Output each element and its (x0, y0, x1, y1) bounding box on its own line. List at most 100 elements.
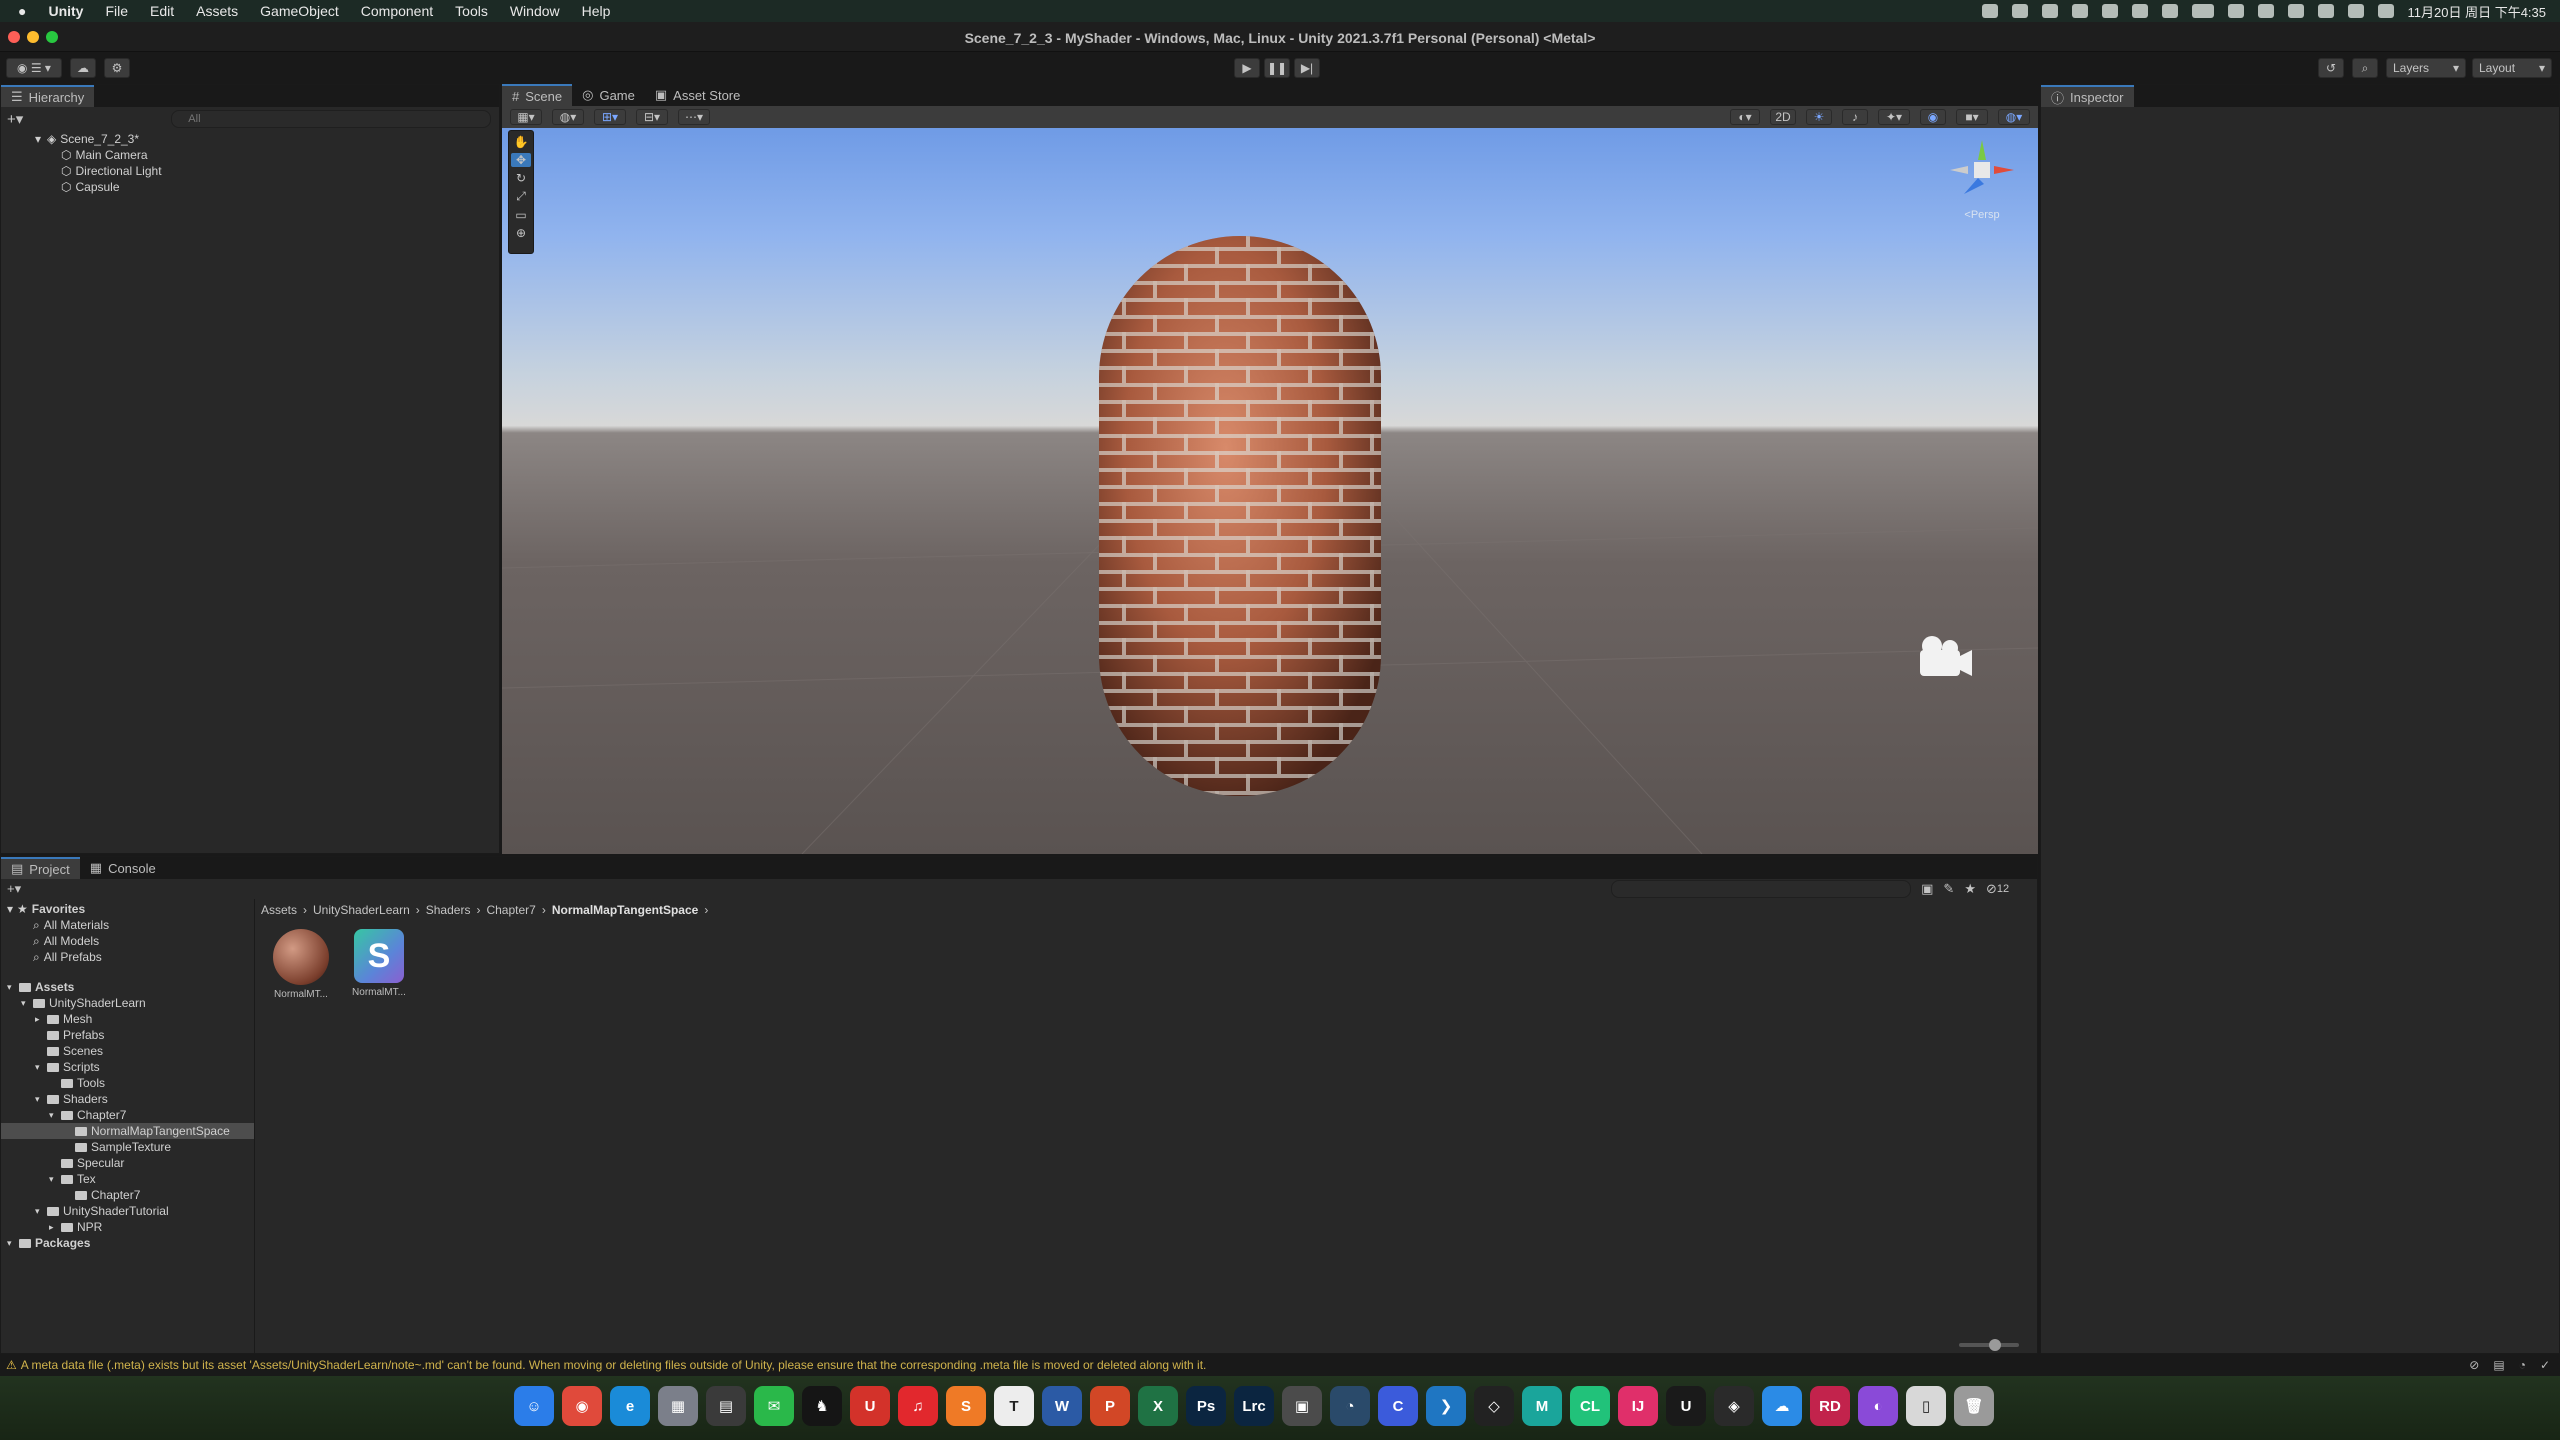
play-button[interactable]: ▶ (1234, 58, 1260, 78)
dock-app-icon[interactable]: C (1378, 1386, 1418, 1426)
dock-app-icon[interactable]: S (946, 1386, 986, 1426)
add-icon[interactable]: +▾ (7, 110, 23, 128)
tree-item[interactable]: Tools (1, 1075, 254, 1091)
layers-dropdown[interactable]: Layers ▾ (2386, 58, 2466, 78)
orientation-gizmo[interactable]: <Persp (1942, 136, 2022, 226)
breadcrumb-item[interactable]: UnityShaderLearn (313, 903, 410, 917)
dock-app-icon[interactable]: W (1042, 1386, 1082, 1426)
unity-status-icon[interactable] (1981, 4, 1998, 18)
pause-button[interactable]: ❚❚ (1264, 58, 1290, 78)
tree-item[interactable]: Prefabs (1, 1027, 254, 1043)
tree-item[interactable]: Scenes (1, 1043, 254, 1059)
user-icon[interactable] (2287, 4, 2304, 18)
tree-item[interactable]: ▾ Chapter7 (1, 1107, 254, 1123)
shading-dropdown[interactable]: ◐▾ (1730, 109, 1760, 125)
expand-arrow-icon[interactable]: ▾ (49, 1110, 61, 1121)
scale-tool-icon[interactable]: ⤢ (516, 189, 526, 204)
control-center-icon[interactable] (2347, 4, 2364, 18)
camera-dropdown[interactable]: ■▾ (1956, 109, 1988, 125)
tab-inspector[interactable]: ⓘ Inspector (2041, 85, 2134, 107)
grid-dropdown[interactable]: ⋯▾ (678, 109, 710, 125)
search-icon[interactable]: ⌕ (2352, 58, 2378, 78)
collab-gear-icon[interactable]: ⚙ (104, 58, 130, 78)
tree-item[interactable]: ▾ Assets (1, 979, 254, 995)
menu-unity[interactable]: Unity (48, 3, 83, 19)
dock-app-icon[interactable]: ▯ (1906, 1386, 1946, 1426)
move-tool-icon[interactable]: ✥ (511, 153, 531, 167)
expand-arrow-icon[interactable]: ▾ (21, 998, 33, 1009)
menu-edit[interactable]: Edit (150, 3, 174, 19)
dock-app-icon[interactable]: ☺ (514, 1386, 554, 1426)
list-item[interactable]: ⬡ Directional Light (1, 163, 499, 179)
history-icon[interactable]: ↺ (2318, 58, 2344, 78)
status-message[interactable]: A meta data file (.meta) exists but its … (21, 1358, 1207, 1372)
list-item[interactable]: ⌕ All Materials (1, 917, 254, 933)
tree-item[interactable]: ▸ Mesh (1, 1011, 254, 1027)
menu-assets[interactable]: Assets (196, 3, 238, 19)
slider-thumb[interactable] (1989, 1339, 2001, 1351)
hidden-packages-icon[interactable]: ⊘ (1986, 881, 1997, 897)
debug-icon[interactable]: ⊘ (2469, 1358, 2479, 1372)
tab-game[interactable]: ◎ Game (572, 84, 645, 106)
dock-app-icon[interactable]: ◐ (1858, 1386, 1898, 1426)
tree-item[interactable]: Chapter7 (1, 1187, 254, 1203)
scene-viewport[interactable]: ✋ ✥ ↻ ⤢ ▭ ⊕ <Persp (502, 128, 2038, 854)
dock-app-icon[interactable]: ◉ (562, 1386, 602, 1426)
menu-help[interactable]: Help (582, 3, 611, 19)
dock-app-icon[interactable]: P (1090, 1386, 1130, 1426)
bell-status-icon[interactable] (2041, 4, 2058, 18)
expand-arrow-icon[interactable]: ▾ (35, 1206, 47, 1217)
tree-item[interactable]: SampleTexture (1, 1139, 254, 1155)
scene-row[interactable]: ▾ ◈ Scene_7_2_3* (1, 131, 499, 147)
cloud-status-icon[interactable] (2011, 4, 2028, 18)
menu-tools[interactable]: Tools (455, 3, 488, 19)
tab-project[interactable]: ▤ Project (1, 857, 80, 879)
dock-app-icon[interactable]: X (1138, 1386, 1178, 1426)
save-search-icon[interactable]: ★ (1964, 881, 1976, 897)
menu-gameobject[interactable]: GameObject (260, 3, 339, 19)
menu-window[interactable]: Window (510, 3, 560, 19)
siri-icon[interactable] (2377, 4, 2394, 18)
dock-app-icon[interactable]: ☁ (1762, 1386, 1802, 1426)
breadcrumb-item[interactable]: Chapter7 (486, 903, 535, 917)
dock-app-icon[interactable]: CL (1570, 1386, 1610, 1426)
progress-icon[interactable]: ◔ (2519, 1358, 2526, 1372)
dock-app-icon[interactable]: ◔ (1330, 1386, 1370, 1426)
mode-2d-toggle[interactable]: 2D (1770, 109, 1796, 125)
tree-item[interactable]: ▸ NPR (1, 1219, 254, 1235)
wifi-icon[interactable] (2257, 4, 2274, 18)
dock-app-icon[interactable]: ♫ (898, 1386, 938, 1426)
expand-arrow-icon[interactable]: ▾ (49, 1174, 61, 1185)
expand-arrow-icon[interactable]: ▾ (7, 1238, 19, 1249)
rect-tool-icon[interactable]: ▭ (515, 208, 526, 222)
lighting-toggle-icon[interactable]: ☀ (1806, 109, 1832, 125)
expand-arrow-icon[interactable]: ▾ (7, 902, 13, 916)
hierarchy-search-input[interactable] (171, 110, 492, 128)
apple-icon[interactable]: ● (18, 3, 26, 19)
perspective-label[interactable]: <Persp (1942, 209, 2022, 221)
tree-item[interactable]: Specular (1, 1155, 254, 1171)
spotlight-icon[interactable] (2317, 4, 2334, 18)
account-dropdown[interactable]: ◉ ☰ ▾ (6, 58, 62, 78)
dock-app-icon[interactable]: ▤ (706, 1386, 746, 1426)
dock-app-icon[interactable]: ▦ (658, 1386, 698, 1426)
bluetooth-icon[interactable] (2227, 4, 2244, 18)
menu-file[interactable]: File (105, 3, 128, 19)
breadcrumb-item-current[interactable]: NormalMapTangentSpace (552, 903, 698, 917)
icon-size-slider[interactable] (1959, 1339, 2019, 1351)
dock-app-icon[interactable]: 🗑 (1954, 1386, 1994, 1426)
dock-app-icon[interactable]: Ps (1186, 1386, 1226, 1426)
dock-app-icon[interactable]: ◇ (1474, 1386, 1514, 1426)
expand-arrow-icon[interactable]: ▸ (35, 1014, 47, 1025)
tab-scene[interactable]: # Scene (502, 84, 573, 106)
wechat-status-icon[interactable] (2071, 4, 2088, 18)
draw-mode-dropdown[interactable]: ▦▾ (510, 109, 542, 125)
tree-item[interactable]: NormalMapTangentSpace (1, 1123, 254, 1139)
visibility-icon[interactable]: ◉ (1920, 109, 1946, 125)
tree-item[interactable]: ▾ Packages (1, 1235, 254, 1251)
pivot-dropdown[interactable]: ⊞▾ (594, 109, 626, 125)
asset-item-material[interactable]: NormalMT... (271, 929, 331, 1000)
expand-arrow-icon[interactable]: ▾ (35, 132, 41, 146)
dock-app-icon[interactable]: e (610, 1386, 650, 1426)
cloud-icon[interactable]: ☁ (70, 58, 96, 78)
